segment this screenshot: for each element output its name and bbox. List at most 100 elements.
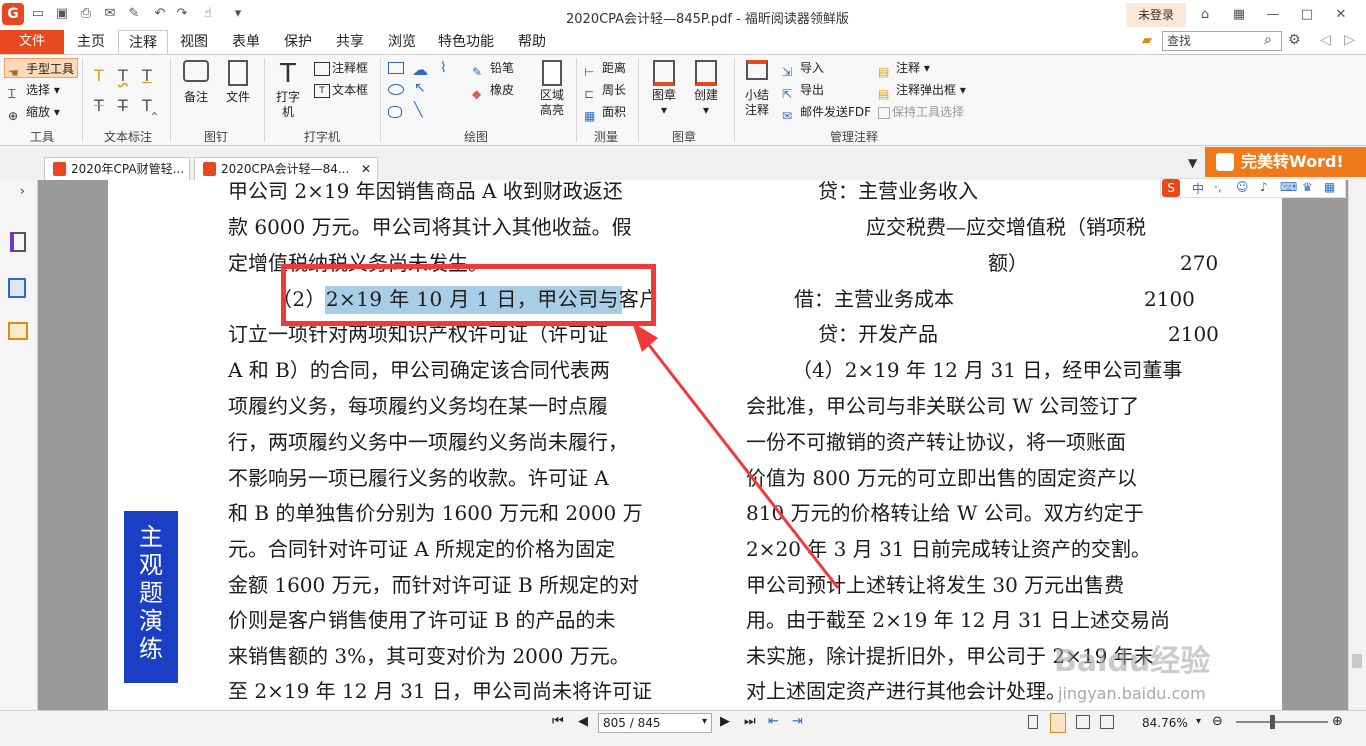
ime-punct-icon[interactable]: ·,	[1214, 180, 1222, 194]
minimize-icon[interactable]: —	[1262, 4, 1284, 26]
ime-voice-icon[interactable]: ♪	[1260, 180, 1268, 194]
zoom-slider[interactable]	[1236, 721, 1328, 723]
hand-tool-button[interactable]: ☚ 手型工具	[4, 58, 79, 80]
next-page-icon[interactable]: ▶	[720, 714, 730, 729]
hand-tool-icon[interactable]: ☝	[200, 6, 216, 22]
line-icon[interactable]: ╲	[414, 102, 422, 118]
search-icon[interactable]: ⌕	[1264, 32, 1272, 48]
close-icon[interactable]: ✕	[1330, 4, 1352, 26]
vertical-scrollbar[interactable]	[1348, 180, 1366, 710]
ime-tools-icon[interactable]: ▦	[1324, 180, 1335, 194]
tab-features[interactable]: 特色功能	[432, 30, 500, 54]
tab-list-dropdown-icon[interactable]: ▼	[1188, 156, 1197, 170]
last-page-icon[interactable]: ⏭	[744, 714, 756, 729]
new-icon[interactable]: ✎	[126, 6, 142, 22]
tab-file[interactable]: 文件	[0, 30, 64, 54]
tab-home[interactable]: 主页	[66, 30, 116, 54]
area-button[interactable]: ▦ 面积	[584, 102, 626, 123]
stamp-button[interactable]: 图章 ▾	[646, 60, 682, 118]
doc-tab-2[interactable]: 2020CPA会计轻—84... ✕	[194, 157, 378, 180]
cloud-icon[interactable]: ☁	[412, 60, 428, 79]
zoom-in-icon[interactable]: ⊕	[1332, 714, 1343, 729]
attach-file-button[interactable]: 文件	[220, 60, 256, 105]
tab-share[interactable]: 共享	[326, 30, 374, 54]
strikeout-icon[interactable]: T	[94, 96, 104, 115]
undo-icon[interactable]: ↶	[152, 6, 168, 22]
page-dropdown-icon[interactable]: ▾	[702, 716, 707, 727]
single-page-icon[interactable]	[1028, 715, 1038, 729]
insert-text-icon[interactable]: T‸	[142, 96, 157, 115]
forward-arrow-icon[interactable]: ▷	[1344, 32, 1355, 48]
annotation-menu-button[interactable]: ▤ 注释 ▾	[878, 58, 930, 79]
callout-button[interactable]: 注释框	[314, 58, 368, 78]
restore-layout-icon[interactable]: ▦	[1228, 4, 1250, 26]
customize-icon[interactable]: ▾	[230, 6, 246, 22]
distance-button[interactable]: ⊢ 距离	[584, 58, 626, 79]
typewriter-button[interactable]: T 打字机	[272, 60, 304, 120]
zoom-button[interactable]: ⊕ 缩放 ▾	[8, 102, 60, 123]
app-logo-icon[interactable]: G	[2, 3, 24, 25]
note-button[interactable]: 备注	[178, 60, 214, 105]
ime-keyboard-icon[interactable]: ⌨	[1280, 180, 1297, 194]
tab-protect[interactable]: 保护	[274, 30, 322, 54]
squiggly-icon[interactable]: T	[118, 66, 128, 85]
zoom-out-icon[interactable]: ⊖	[1212, 714, 1223, 729]
keep-tool-checkbox[interactable]: 保持工具选择	[878, 102, 964, 122]
email-fdf-button[interactable]: ✉ 邮件发送FDF	[782, 102, 871, 123]
folder-search-icon[interactable]: ▰	[1142, 33, 1158, 49]
arrow-icon[interactable]: ↖	[414, 80, 426, 96]
ime-emoji-icon[interactable]: ☺	[1236, 180, 1249, 194]
skin-icon[interactable]: ⌂	[1194, 4, 1216, 26]
back-view-icon[interactable]: ⇤	[768, 714, 779, 729]
bookmark-icon[interactable]	[10, 232, 26, 252]
maximize-icon[interactable]: □	[1296, 4, 1318, 26]
perimeter-button[interactable]: ⊏ 周长	[584, 80, 626, 101]
redo-icon[interactable]: ↷	[174, 6, 190, 22]
create-stamp-button[interactable]: 创建 ▾	[688, 60, 724, 118]
summary-button[interactable]: 小结注释	[740, 60, 774, 118]
tab-annotate[interactable]: 注释	[118, 30, 168, 56]
area-highlight-button[interactable]: 区域高亮	[534, 60, 570, 118]
open-icon[interactable]: ▭	[30, 6, 46, 22]
comments-icon[interactable]	[8, 322, 28, 340]
prev-page-icon[interactable]: ◀	[578, 714, 588, 729]
tab-form[interactable]: 表单	[222, 30, 270, 54]
facing-page-icon[interactable]	[1076, 715, 1090, 729]
back-arrow-icon[interactable]: ◁	[1320, 32, 1331, 48]
underline-icon[interactable]: T	[142, 66, 152, 85]
zoom-slider-thumb[interactable]	[1270, 715, 1275, 729]
polyline-icon[interactable]: ⌇	[440, 60, 447, 76]
forward-view-icon[interactable]: ⇥	[792, 714, 803, 729]
page-number-input[interactable]: 805 / 845	[598, 713, 712, 733]
highlight-text-icon[interactable]: T	[94, 66, 104, 85]
ime-skin-icon[interactable]: ♛	[1302, 180, 1313, 194]
ime-chinese-icon[interactable]: 中	[1192, 180, 1204, 197]
ellipse-icon[interactable]	[388, 84, 404, 95]
ime-logo-icon[interactable]: S	[1162, 179, 1180, 197]
export-button[interactable]: ⇱ 导出	[782, 80, 824, 101]
textbox-button[interactable]: T 文本框	[314, 80, 368, 100]
eraser-button[interactable]: ◆ 橡皮	[472, 80, 514, 101]
replace-text-icon[interactable]: T̶	[118, 96, 128, 115]
import-button[interactable]: ⇲ 导入	[782, 58, 824, 79]
print-icon[interactable]: ⎙	[78, 6, 94, 22]
continuous-page-icon[interactable]	[1050, 713, 1066, 733]
tab-view[interactable]: 视图	[170, 30, 218, 54]
close-tab-icon[interactable]: ✕	[361, 158, 371, 180]
settings-gear-icon[interactable]: ⚙	[1288, 32, 1301, 48]
expand-panel-icon[interactable]: ›	[20, 184, 25, 198]
scrollbar-thumb[interactable]	[1352, 654, 1362, 668]
email-icon[interactable]: ✉	[102, 6, 118, 22]
popup-button[interactable]: ▤ 注释弹出框 ▾	[878, 80, 966, 101]
rectangle-icon[interactable]	[388, 62, 404, 74]
pencil-button[interactable]: ✎ 铅笔	[472, 58, 514, 79]
doc-tab-1[interactable]: 2020年CPA财管轻...	[44, 157, 190, 180]
zoom-dropdown-icon[interactable]: ▾	[1196, 716, 1201, 727]
polygon-icon[interactable]	[388, 106, 402, 118]
tab-help[interactable]: 帮助	[508, 30, 556, 54]
save-icon[interactable]: ▣	[54, 6, 70, 22]
continuous-facing-icon[interactable]	[1100, 715, 1114, 729]
login-button[interactable]: 未登录	[1126, 3, 1186, 27]
first-page-icon[interactable]: ⏮	[552, 714, 564, 729]
page-thumbnails-icon[interactable]	[8, 278, 26, 298]
